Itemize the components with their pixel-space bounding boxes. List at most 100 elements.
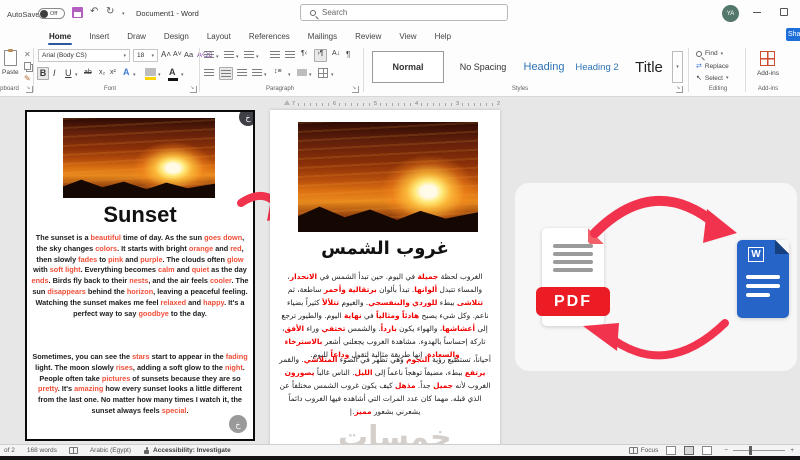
font-size-select[interactable]: 18 ▾	[133, 49, 158, 62]
save-icon[interactable]	[72, 7, 83, 18]
grow-font-icon[interactable]: A˄	[161, 50, 171, 59]
underline-button[interactable]: U	[65, 68, 72, 78]
add-ins-button[interactable]	[760, 51, 775, 66]
ltr-direction-icon[interactable]: ¶‹	[301, 50, 307, 57]
align-right-icon[interactable]	[237, 69, 247, 77]
multilevel-list-icon[interactable]	[244, 51, 254, 59]
tab-home[interactable]: Home	[40, 27, 80, 45]
tab-draw[interactable]: Draw	[118, 27, 155, 45]
restore-window-icon[interactable]	[780, 8, 788, 16]
subscript-icon[interactable]: x₂	[99, 69, 105, 76]
format-painter-icon[interactable]: ✎	[24, 74, 31, 83]
font-color-chevron-icon[interactable]: ▾	[181, 72, 184, 78]
font-size-value: 18	[137, 52, 145, 59]
text-effects-icon[interactable]: A	[123, 67, 130, 77]
proofing-status[interactable]	[68, 447, 78, 454]
line-spacing-chevron-icon[interactable]: ▾	[288, 72, 291, 78]
undo-icon[interactable]: ↶	[90, 6, 98, 17]
indent-marker-icon[interactable]	[284, 100, 290, 105]
tab-review[interactable]: Review	[346, 27, 390, 45]
cut-icon[interactable]: ✕	[24, 50, 31, 59]
align-center-icon[interactable]	[219, 67, 233, 80]
page-indicator[interactable]: of 2	[4, 447, 15, 454]
font-name-select[interactable]: Arial (Body CS) ▾	[38, 49, 130, 62]
shading-chevron-icon[interactable]: ▾	[309, 72, 312, 78]
multilevel-chevron-icon[interactable]: ▾	[256, 54, 259, 60]
paragraph-dialog-launcher-icon[interactable]: ↘	[352, 86, 359, 93]
minimize-icon[interactable]	[753, 12, 761, 13]
tab-insert[interactable]: Insert	[80, 27, 118, 45]
windows-taskbar[interactable]	[0, 456, 800, 460]
underline-chevron-icon[interactable]: ▾	[75, 72, 78, 78]
style-no-spacing[interactable]: No Spacing	[450, 51, 516, 83]
english-document-page[interactable]: Sunset The sunset is a beautiful time of…	[25, 110, 255, 441]
superscript-icon[interactable]: x²	[110, 69, 116, 76]
zoom-out-icon[interactable]: −	[724, 447, 728, 454]
increase-indent-icon[interactable]	[285, 51, 295, 59]
focus-button[interactable]: Focus	[628, 447, 658, 454]
tab-mailings[interactable]: Mailings	[299, 27, 346, 45]
bullets-icon[interactable]	[204, 51, 214, 59]
numbering-chevron-icon[interactable]: ▾	[236, 54, 239, 60]
tab-design[interactable]: Design	[155, 27, 198, 45]
read-mode-icon[interactable]	[666, 446, 677, 455]
zoom-slider-handle[interactable]	[749, 446, 753, 455]
shrink-font-icon[interactable]: A˅	[173, 51, 182, 58]
style-heading[interactable]: Heading	[521, 51, 567, 83]
bullets-chevron-icon[interactable]: ▾	[216, 54, 219, 60]
copy-icon[interactable]	[24, 62, 31, 70]
zoom-slider[interactable]	[733, 446, 786, 455]
change-case-icon[interactable]: Aa	[184, 50, 193, 59]
add-ins-group-label: Add-ins	[757, 86, 779, 92]
shading-icon[interactable]	[297, 69, 307, 76]
web-layout-icon[interactable]	[702, 446, 713, 455]
justify-chevron-icon[interactable]: ▾	[264, 72, 267, 78]
select-button[interactable]: ↖ Select ▾	[696, 74, 728, 83]
word-count[interactable]: 168 words	[27, 447, 57, 454]
redo-icon[interactable]: ↻	[106, 6, 114, 17]
replace-button[interactable]: ⇄ Replace	[696, 62, 729, 71]
tab-layout[interactable]: Layout	[198, 27, 240, 45]
share-button[interactable]: Share	[786, 28, 800, 41]
zoom-in-icon[interactable]: +	[790, 447, 794, 454]
horizontal-ruler[interactable]: 7 6 5 4 3 2	[278, 100, 518, 109]
line-spacing-icon[interactable]: ↕≡	[274, 68, 282, 75]
accessibility-status[interactable]: Accessibility: Investigate	[143, 447, 231, 454]
arabic-document-page[interactable]: غروب الشمس الغروب لحظة جميلة في اليوم. ح…	[270, 110, 500, 447]
font-dialog-launcher-icon[interactable]: ↘	[190, 86, 197, 93]
sort-icon[interactable]: A↓	[332, 50, 340, 57]
align-left-icon[interactable]	[204, 69, 214, 77]
styles-more-icon[interactable]: ▾	[672, 51, 683, 83]
autosave-toggle[interactable]: Off	[38, 8, 65, 19]
font-color-icon[interactable]: A	[169, 67, 176, 77]
strikethrough-icon[interactable]: ab	[84, 69, 92, 76]
decrease-indent-icon[interactable]	[270, 51, 280, 59]
print-layout-icon[interactable]	[684, 446, 695, 455]
rtl-direction-icon[interactable]: ›¶	[314, 49, 327, 62]
paste-button[interactable]	[4, 49, 17, 66]
text-effects-chevron-icon[interactable]: ▾	[133, 72, 136, 78]
style-normal[interactable]: Normal	[372, 51, 444, 83]
quick-access-chevron-icon[interactable]: ▾	[122, 11, 125, 17]
tab-view[interactable]: View	[390, 27, 425, 45]
tab-references[interactable]: References	[240, 27, 299, 45]
justify-icon[interactable]	[252, 69, 262, 77]
style-title[interactable]: Title	[628, 51, 670, 83]
style-heading-2[interactable]: Heading 2	[571, 51, 623, 83]
tab-help[interactable]: Help	[426, 27, 460, 45]
show-marks-icon[interactable]: ¶	[346, 50, 350, 59]
clipboard-dialog-launcher-icon[interactable]: ↘	[26, 86, 33, 93]
find-button[interactable]: Find ▾	[696, 50, 723, 57]
document-canvas[interactable]: 7 6 5 4 3 2 Sunset The sunset is a beaut…	[0, 97, 800, 455]
language-indicator[interactable]: Arabic (Egypt)	[90, 447, 131, 454]
borders-icon[interactable]	[318, 68, 328, 78]
numbering-icon[interactable]	[224, 51, 234, 59]
italic-button[interactable]: I	[53, 68, 56, 78]
bold-button[interactable]: B	[37, 67, 49, 80]
styles-dialog-launcher-icon[interactable]: ↘	[676, 86, 683, 93]
highlight-color-icon[interactable]	[145, 68, 156, 76]
highlight-chevron-icon[interactable]: ▾	[158, 72, 161, 78]
search-input[interactable]: Search	[300, 4, 508, 21]
borders-chevron-icon[interactable]: ▾	[331, 72, 334, 78]
avatar[interactable]: YA	[722, 5, 739, 22]
